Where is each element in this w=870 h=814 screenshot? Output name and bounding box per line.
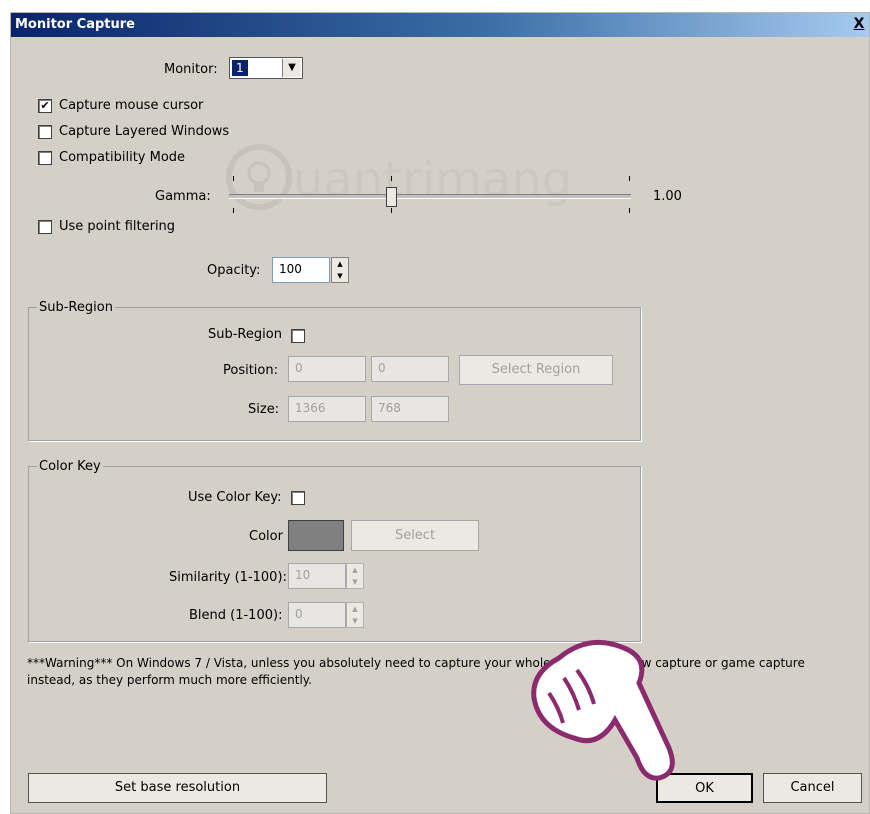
select-color-button[interactable]: Select [351,520,479,551]
spin-up-icon[interactable]: ▲ [347,603,363,615]
gamma-value: 1.00 [653,189,682,204]
slider-tick [233,176,234,181]
spin-up-icon[interactable]: ▲ [347,564,363,576]
slider-tick [629,208,630,213]
gamma-label: Gamma: [155,189,211,204]
compatibility-label: Compatibility Mode [59,150,186,165]
width-input[interactable]: 1366 [288,396,366,422]
similarity-label: Similarity (1-100): [169,570,287,585]
color-swatch[interactable] [288,520,344,551]
monitor-select[interactable]: 1 ▼ [229,57,303,79]
blend-label: Blend (1-100): [189,608,283,623]
opacity-input[interactable]: 100 [272,257,330,283]
slider-tick [233,208,234,213]
color-key-group-title: Color Key [37,459,103,474]
monitor-label: Monitor: [164,62,218,77]
close-button[interactable]: X [851,16,867,32]
position-label: Position: [223,363,278,378]
spin-down-icon[interactable]: ▼ [332,270,348,282]
sub-region-enable-label: Sub-Region [208,327,282,342]
spin-down-icon[interactable]: ▼ [347,615,363,627]
warning-text: ***Warning*** On Windows 7 / Vista, unle… [27,656,805,687]
capture-cursor-label: Capture mouse cursor [59,98,204,113]
position-x-input[interactable]: 0 [288,356,366,382]
slider-tick [391,208,392,213]
opacity-label: Opacity: [207,263,261,278]
pointing-hand-icon [531,639,675,781]
set-base-resolution-button[interactable]: Set base resolution [28,773,327,803]
similarity-spinner[interactable]: ▲ ▼ [346,563,364,589]
monitor-selected-value: 1 [232,60,248,76]
window-title: Monitor Capture [15,17,135,32]
capture-cursor-checkbox[interactable]: ✔ [38,99,52,113]
layered-windows-label: Capture Layered Windows [59,124,230,139]
sub-region-checkbox[interactable] [291,329,305,343]
blend-spinner[interactable]: ▲ ▼ [346,602,364,628]
layered-windows-checkbox[interactable] [38,125,52,139]
gamma-slider-track[interactable] [229,194,631,199]
point-filtering-label: Use point filtering [59,219,176,234]
quantrimang-watermark: uantrimang [226,144,572,210]
spin-down-icon[interactable]: ▼ [347,576,363,588]
chevron-down-icon[interactable]: ▼ [282,59,301,77]
height-input[interactable]: 768 [371,396,449,422]
use-color-key-label: Use Color Key: [188,490,282,505]
blend-input[interactable]: 0 [288,602,346,628]
gamma-slider-thumb[interactable] [386,187,397,207]
use-color-key-checkbox[interactable] [291,491,305,505]
title-bar[interactable]: Monitor Capture X [11,13,869,37]
opacity-spinner[interactable]: ▲ ▼ [331,257,349,283]
select-region-button[interactable]: Select Region [459,355,613,385]
sub-region-group-title: Sub-Region [37,300,115,315]
size-label: Size: [248,402,280,417]
cancel-button[interactable]: Cancel [763,773,862,803]
slider-tick [629,176,630,181]
watermark-text: uantrimang [293,152,572,208]
slider-tick [391,176,392,181]
position-y-input[interactable]: 0 [371,356,449,382]
similarity-input[interactable]: 10 [288,563,346,589]
spin-up-icon[interactable]: ▲ [332,258,348,270]
point-filtering-checkbox[interactable] [38,220,52,234]
color-label: Color [249,529,283,544]
monitor-capture-dialog: Monitor Capture X Monitor: 1 ▼ ✔ Capture… [10,12,870,814]
compatibility-checkbox[interactable] [38,151,52,165]
